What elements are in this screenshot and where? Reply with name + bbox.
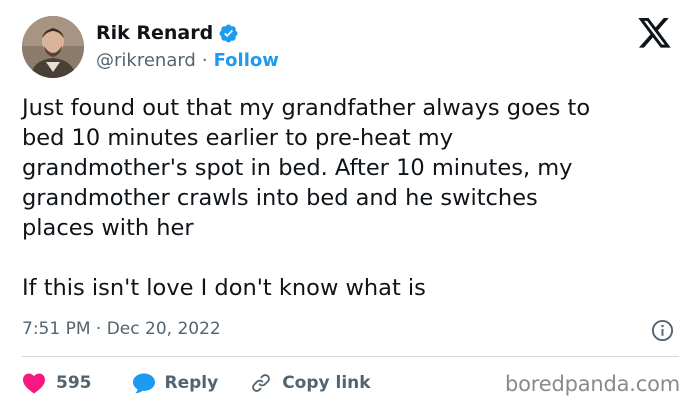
separator-dot: ·: [201, 49, 208, 71]
tweet-timestamp[interactable]: 7:51 PM · Dec 20, 2022: [22, 318, 221, 340]
tweet-card: Rik Renard @rikrenard · Follow Just foun…: [0, 0, 700, 410]
author-handle-row: @rikrenard · Follow: [96, 48, 279, 72]
reply-label: Reply: [164, 373, 219, 393]
follow-button[interactable]: Follow: [214, 50, 279, 71]
avatar-image: [22, 16, 84, 78]
info-icon[interactable]: [651, 319, 674, 342]
tweet-text: Just found out that my grandfather alway…: [22, 95, 591, 301]
x-logo-icon[interactable]: [638, 18, 672, 49]
speech-bubble-icon: [132, 373, 155, 394]
link-icon: [252, 374, 271, 392]
like-button[interactable]: 595: [22, 372, 92, 394]
author-name-row: Rik Renard: [96, 20, 239, 46]
watermark: boredpanda.com: [505, 372, 681, 396]
copy-link-button[interactable]: Copy link: [250, 372, 371, 394]
divider: [22, 356, 679, 357]
like-count: 595: [56, 373, 92, 393]
author-handle[interactable]: @rikrenard: [96, 50, 196, 71]
action-bar: 595 Reply Copy link: [22, 370, 371, 396]
verified-badge-icon: [218, 23, 239, 44]
reply-button[interactable]: Reply: [132, 372, 219, 394]
avatar[interactable]: [22, 16, 84, 78]
heart-icon: [23, 373, 45, 394]
display-name[interactable]: Rik Renard: [96, 22, 213, 44]
copy-link-label: Copy link: [282, 373, 371, 393]
